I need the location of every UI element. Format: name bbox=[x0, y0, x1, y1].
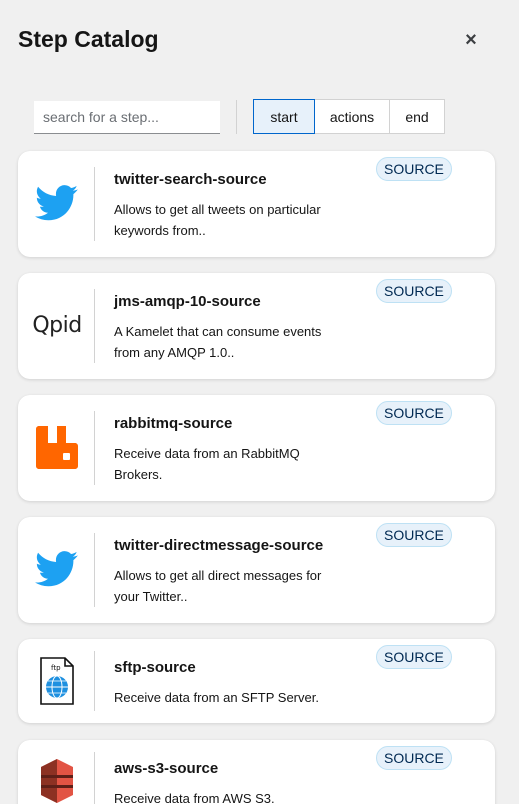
card-divider bbox=[94, 533, 95, 607]
aws-s3-icon bbox=[32, 756, 82, 804]
toolbar-divider bbox=[236, 100, 237, 134]
toggle-end[interactable]: end bbox=[389, 99, 445, 134]
close-icon[interactable]: × bbox=[462, 30, 480, 50]
step-name: sftp-source bbox=[114, 659, 196, 676]
page-title: Step Catalog bbox=[18, 26, 159, 52]
source-badge: SOURCE bbox=[376, 157, 452, 181]
qpid-logo: Qpid bbox=[32, 312, 82, 338]
step-description: Receive data from AWS S3. bbox=[114, 791, 275, 804]
step-description: Receive data from an SFTP Server. bbox=[114, 690, 319, 705]
search-input[interactable] bbox=[34, 100, 220, 134]
step-name: jms-amqp-10-source bbox=[114, 293, 261, 310]
toggle-actions[interactable]: actions bbox=[314, 99, 390, 134]
toggle-start[interactable]: start bbox=[253, 99, 315, 134]
sftp-file-icon: ftp bbox=[32, 656, 82, 706]
card-divider bbox=[94, 289, 95, 363]
source-badge: SOURCE bbox=[376, 279, 452, 303]
step-card-jms-amqp-10-source[interactable]: Qpid jms-amqp-10-source A Kamelet that c… bbox=[18, 273, 495, 379]
card-divider bbox=[94, 411, 95, 485]
source-badge: SOURCE bbox=[376, 401, 452, 425]
source-badge: SOURCE bbox=[376, 746, 452, 770]
step-name: rabbitmq-source bbox=[114, 415, 233, 432]
card-divider bbox=[94, 752, 95, 804]
source-badge: SOURCE bbox=[376, 523, 452, 547]
step-card-twitter-search-source[interactable]: twitter-search-source Allows to get all … bbox=[18, 151, 495, 257]
step-description: A Kamelet that can consume events from an… bbox=[114, 324, 322, 360]
source-badge: SOURCE bbox=[376, 645, 452, 669]
step-card-rabbitmq-source[interactable]: rabbitmq-source Receive data from an Rab… bbox=[18, 395, 495, 501]
step-name: aws-s3-source bbox=[114, 760, 219, 777]
svg-text:ftp: ftp bbox=[51, 664, 61, 672]
step-card-sftp-source[interactable]: ftp sftp-source Receive data from an SFT… bbox=[18, 639, 495, 723]
step-name: twitter-directmessage-source bbox=[114, 537, 324, 554]
step-name: twitter-search-source bbox=[114, 171, 267, 188]
step-card-twitter-directmessage-source[interactable]: twitter-directmessage-source Allows to g… bbox=[18, 517, 495, 623]
rabbitmq-icon bbox=[32, 422, 82, 472]
step-description: Allows to get all direct messages for you… bbox=[114, 568, 322, 604]
step-card-aws-s3-source[interactable]: aws-s3-source Receive data from AWS S3. … bbox=[18, 740, 495, 804]
twitter-icon bbox=[32, 178, 82, 228]
card-divider bbox=[94, 167, 95, 241]
card-divider bbox=[94, 651, 95, 711]
step-description: Allows to get all tweets on particular ke… bbox=[114, 202, 321, 238]
twitter-icon bbox=[32, 544, 82, 594]
step-description: Receive data from an RabbitMQ Brokers. bbox=[114, 446, 300, 482]
